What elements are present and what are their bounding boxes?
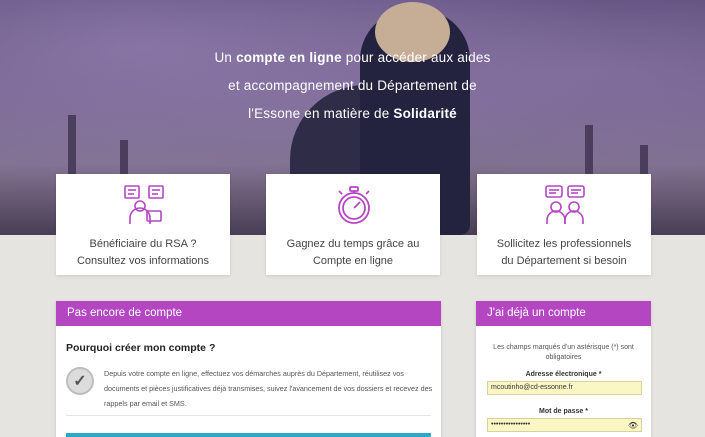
professionals-chat-icon	[545, 185, 585, 224]
hero-tagline: Un compte en ligne pour accéder aux aide…	[214, 50, 491, 121]
email-value: mcoutinho@cd-essonne.fr	[491, 384, 573, 391]
card-professionals-line1: Sollicitez les professionnels	[496, 238, 632, 250]
rsa-beneficiary-icon	[124, 185, 164, 224]
email-label: Adresse électronique *	[525, 371, 602, 378]
required-fields-note: Les champs marqués d'un astérisque (*) s…	[493, 344, 634, 361]
card-professionals-line2: du Département si besoin	[501, 255, 627, 267]
stopwatch-icon	[338, 186, 370, 224]
card-time-line2: Compte en ligne	[312, 255, 394, 267]
why-create-title: Pourquoi créer mon compte ?	[66, 342, 216, 354]
card-rsa-line1: Bénéficiaire du RSA ?	[89, 238, 197, 250]
no-account-panel: Pas encore de compte Pourquoi créer mon …	[56, 301, 441, 437]
login-header: J'ai déjà un compte	[476, 301, 651, 326]
password-field[interactable]: •••••••••••••••• 👁	[487, 418, 642, 432]
card-rsa[interactable]: Bénéficiaire du RSA ? Consultez vos info…	[56, 174, 230, 275]
email-field[interactable]: mcoutinho@cd-essonne.fr	[487, 381, 642, 395]
checkmark-icon: ✓	[66, 367, 94, 395]
create-account-button[interactable]	[66, 433, 431, 437]
card-professionals[interactable]: Sollicitez les professionnels du Départe…	[477, 174, 651, 275]
card-time[interactable]: Gagnez du temps grâce au Compte en ligne	[266, 174, 440, 275]
why-create-text: Depuis votre compte en ligne, effectuez …	[104, 369, 433, 408]
no-account-header: Pas encore de compte	[56, 301, 441, 326]
divider	[66, 415, 431, 416]
password-label: Mot de passe *	[538, 408, 588, 415]
card-time-line1: Gagnez du temps grâce au	[286, 238, 420, 250]
eye-icon[interactable]: 👁	[628, 420, 638, 432]
card-rsa-line2: Consultez vos informations	[76, 255, 210, 267]
login-panel: J'ai déjà un compte Les champs marqués d…	[476, 301, 651, 437]
password-value: ••••••••••••••••	[491, 421, 531, 428]
